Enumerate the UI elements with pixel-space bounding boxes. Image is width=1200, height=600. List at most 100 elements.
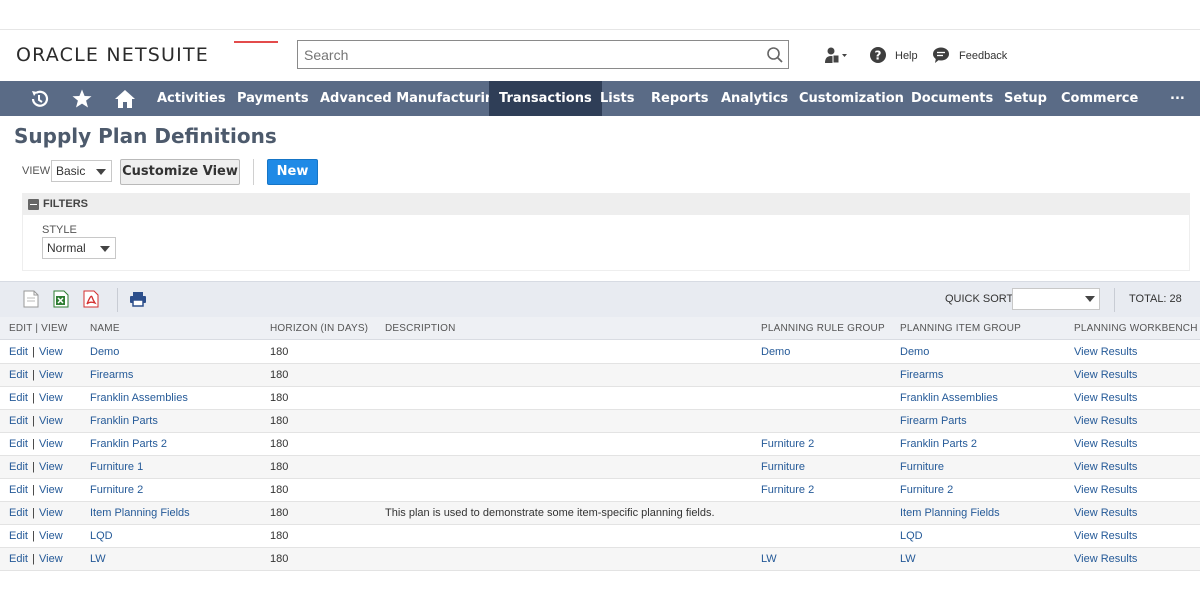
export-csv-icon[interactable] <box>23 290 39 308</box>
edit-link[interactable]: Edit <box>9 369 28 381</box>
row-name[interactable]: Item Planning Fields <box>90 507 190 519</box>
row-name[interactable]: LW <box>90 553 106 565</box>
nav-setup[interactable]: Setup <box>1004 81 1047 116</box>
roles-switch-icon[interactable] <box>824 46 848 66</box>
toolbar-divider <box>253 159 254 185</box>
print-icon[interactable] <box>129 290 147 308</box>
nav-activities[interactable]: Activities <box>157 81 226 116</box>
nav-more[interactable]: ... <box>1170 78 1185 113</box>
nav-advanced-manufacturing[interactable]: Advanced Manufacturing <box>320 81 503 116</box>
row-item-group[interactable]: Firearms <box>900 369 943 381</box>
row-rule-group[interactable]: Demo <box>761 346 790 358</box>
row-item-group[interactable]: Furniture 2 <box>900 484 953 496</box>
row-name[interactable]: Franklin Parts <box>90 415 158 427</box>
edit-link[interactable]: Edit <box>9 507 28 519</box>
view-link[interactable]: View <box>39 530 63 542</box>
filters-header[interactable]: FILTERS <box>23 194 1189 215</box>
row-view-results-link[interactable]: View Results <box>1074 392 1137 404</box>
row-item-group[interactable]: Firearm Parts <box>900 415 967 427</box>
export-pdf-icon[interactable] <box>83 290 99 308</box>
export-excel-icon[interactable] <box>53 290 69 308</box>
edit-link[interactable]: Edit <box>9 530 28 542</box>
quick-sort-select[interactable] <box>1012 288 1100 310</box>
search-input[interactable] <box>297 40 789 69</box>
column-header-name[interactable]: NAME <box>90 323 120 334</box>
view-link[interactable]: View <box>39 553 63 565</box>
row-view-results-link[interactable]: View Results <box>1074 438 1137 450</box>
favorites-star-icon[interactable] <box>71 88 93 110</box>
edit-link[interactable]: Edit <box>9 392 28 404</box>
column-header-planning-rule-group[interactable]: PLANNING RULE GROUP <box>761 323 885 334</box>
row-view-results-link[interactable]: View Results <box>1074 553 1137 565</box>
search-icon[interactable] <box>766 46 784 64</box>
oracle-netsuite-logo[interactable]: ORACLE NETSUITE <box>16 44 209 66</box>
chevron-down-icon <box>100 246 110 252</box>
help-icon[interactable]: ? <box>869 46 887 64</box>
row-item-group[interactable]: Furniture <box>900 461 944 473</box>
row-name[interactable]: Firearms <box>90 369 133 381</box>
row-view-results-link[interactable]: View Results <box>1074 415 1137 427</box>
row-name[interactable]: Furniture 1 <box>90 461 143 473</box>
style-select[interactable]: Normal <box>42 237 116 259</box>
nav-transactions[interactable]: Transactions <box>489 81 602 116</box>
view-link[interactable]: View <box>39 346 63 358</box>
row-item-group[interactable]: Franklin Assemblies <box>900 392 998 404</box>
row-name[interactable]: Franklin Assemblies <box>90 392 188 404</box>
customize-view-button[interactable]: Customize View <box>120 159 240 185</box>
nav-lists[interactable]: Lists <box>600 81 634 116</box>
row-item-group[interactable]: Demo <box>900 346 929 358</box>
view-link[interactable]: View <box>39 438 63 450</box>
view-link[interactable]: View <box>39 484 63 496</box>
column-header-planning-workbench[interactable]: PLANNING WORKBENCH <box>1074 323 1198 334</box>
row-rule-group[interactable]: LW <box>761 553 777 565</box>
edit-link[interactable]: Edit <box>9 438 28 450</box>
row-item-group[interactable]: LQD <box>900 530 923 542</box>
row-item-group[interactable]: LW <box>900 553 916 565</box>
nav-payments[interactable]: Payments <box>237 81 309 116</box>
new-button[interactable]: New <box>267 159 318 185</box>
edit-link[interactable]: Edit <box>9 461 28 473</box>
edit-link[interactable]: Edit <box>9 415 28 427</box>
row-item-group[interactable]: Item Planning Fields <box>900 507 1000 519</box>
row-view-results-link[interactable]: View Results <box>1074 369 1137 381</box>
row-name[interactable]: Furniture 2 <box>90 484 143 496</box>
view-link[interactable]: View <box>39 507 63 519</box>
row-rule-group[interactable]: Furniture 2 <box>761 484 814 496</box>
view-link[interactable]: View <box>39 461 63 473</box>
feedback-link[interactable]: Feedback <box>959 50 1007 62</box>
collapse-minus-icon[interactable] <box>28 199 39 210</box>
link-separator: | <box>32 530 35 542</box>
recent-records-icon[interactable] <box>28 88 50 110</box>
row-rule-group[interactable]: Furniture <box>761 461 805 473</box>
view-link[interactable]: View <box>39 392 63 404</box>
style-select-value: Normal <box>47 241 86 255</box>
total-count: TOTAL: 28 <box>1129 293 1182 305</box>
column-header-planning-item-group[interactable]: PLANNING ITEM GROUP <box>900 323 1021 334</box>
row-name[interactable]: Franklin Parts 2 <box>90 438 167 450</box>
nav-commerce[interactable]: Commerce <box>1061 81 1138 116</box>
feedback-icon[interactable] <box>932 46 950 64</box>
edit-link[interactable]: Edit <box>9 553 28 565</box>
row-view-results-link[interactable]: View Results <box>1074 346 1137 358</box>
edit-link[interactable]: Edit <box>9 346 28 358</box>
view-link[interactable]: View <box>39 369 63 381</box>
nav-reports[interactable]: Reports <box>651 81 708 116</box>
row-name[interactable]: Demo <box>90 346 119 358</box>
row-rule-group[interactable]: Furniture 2 <box>761 438 814 450</box>
nav-customization[interactable]: Customization <box>799 81 904 116</box>
nav-documents[interactable]: Documents <box>911 81 993 116</box>
row-view-results-link[interactable]: View Results <box>1074 507 1137 519</box>
column-header-description[interactable]: DESCRIPTION <box>385 323 456 334</box>
view-select[interactable]: Basic <box>51 160 112 182</box>
column-header-horizon[interactable]: HORIZON (IN DAYS) <box>270 323 368 334</box>
row-name[interactable]: LQD <box>90 530 113 542</box>
row-view-results-link[interactable]: View Results <box>1074 530 1137 542</box>
help-link[interactable]: Help <box>895 50 918 62</box>
row-view-results-link[interactable]: View Results <box>1074 484 1137 496</box>
view-link[interactable]: View <box>39 415 63 427</box>
home-icon[interactable] <box>114 88 136 110</box>
nav-analytics[interactable]: Analytics <box>721 81 788 116</box>
edit-link[interactable]: Edit <box>9 484 28 496</box>
row-item-group[interactable]: Franklin Parts 2 <box>900 438 977 450</box>
row-view-results-link[interactable]: View Results <box>1074 461 1137 473</box>
